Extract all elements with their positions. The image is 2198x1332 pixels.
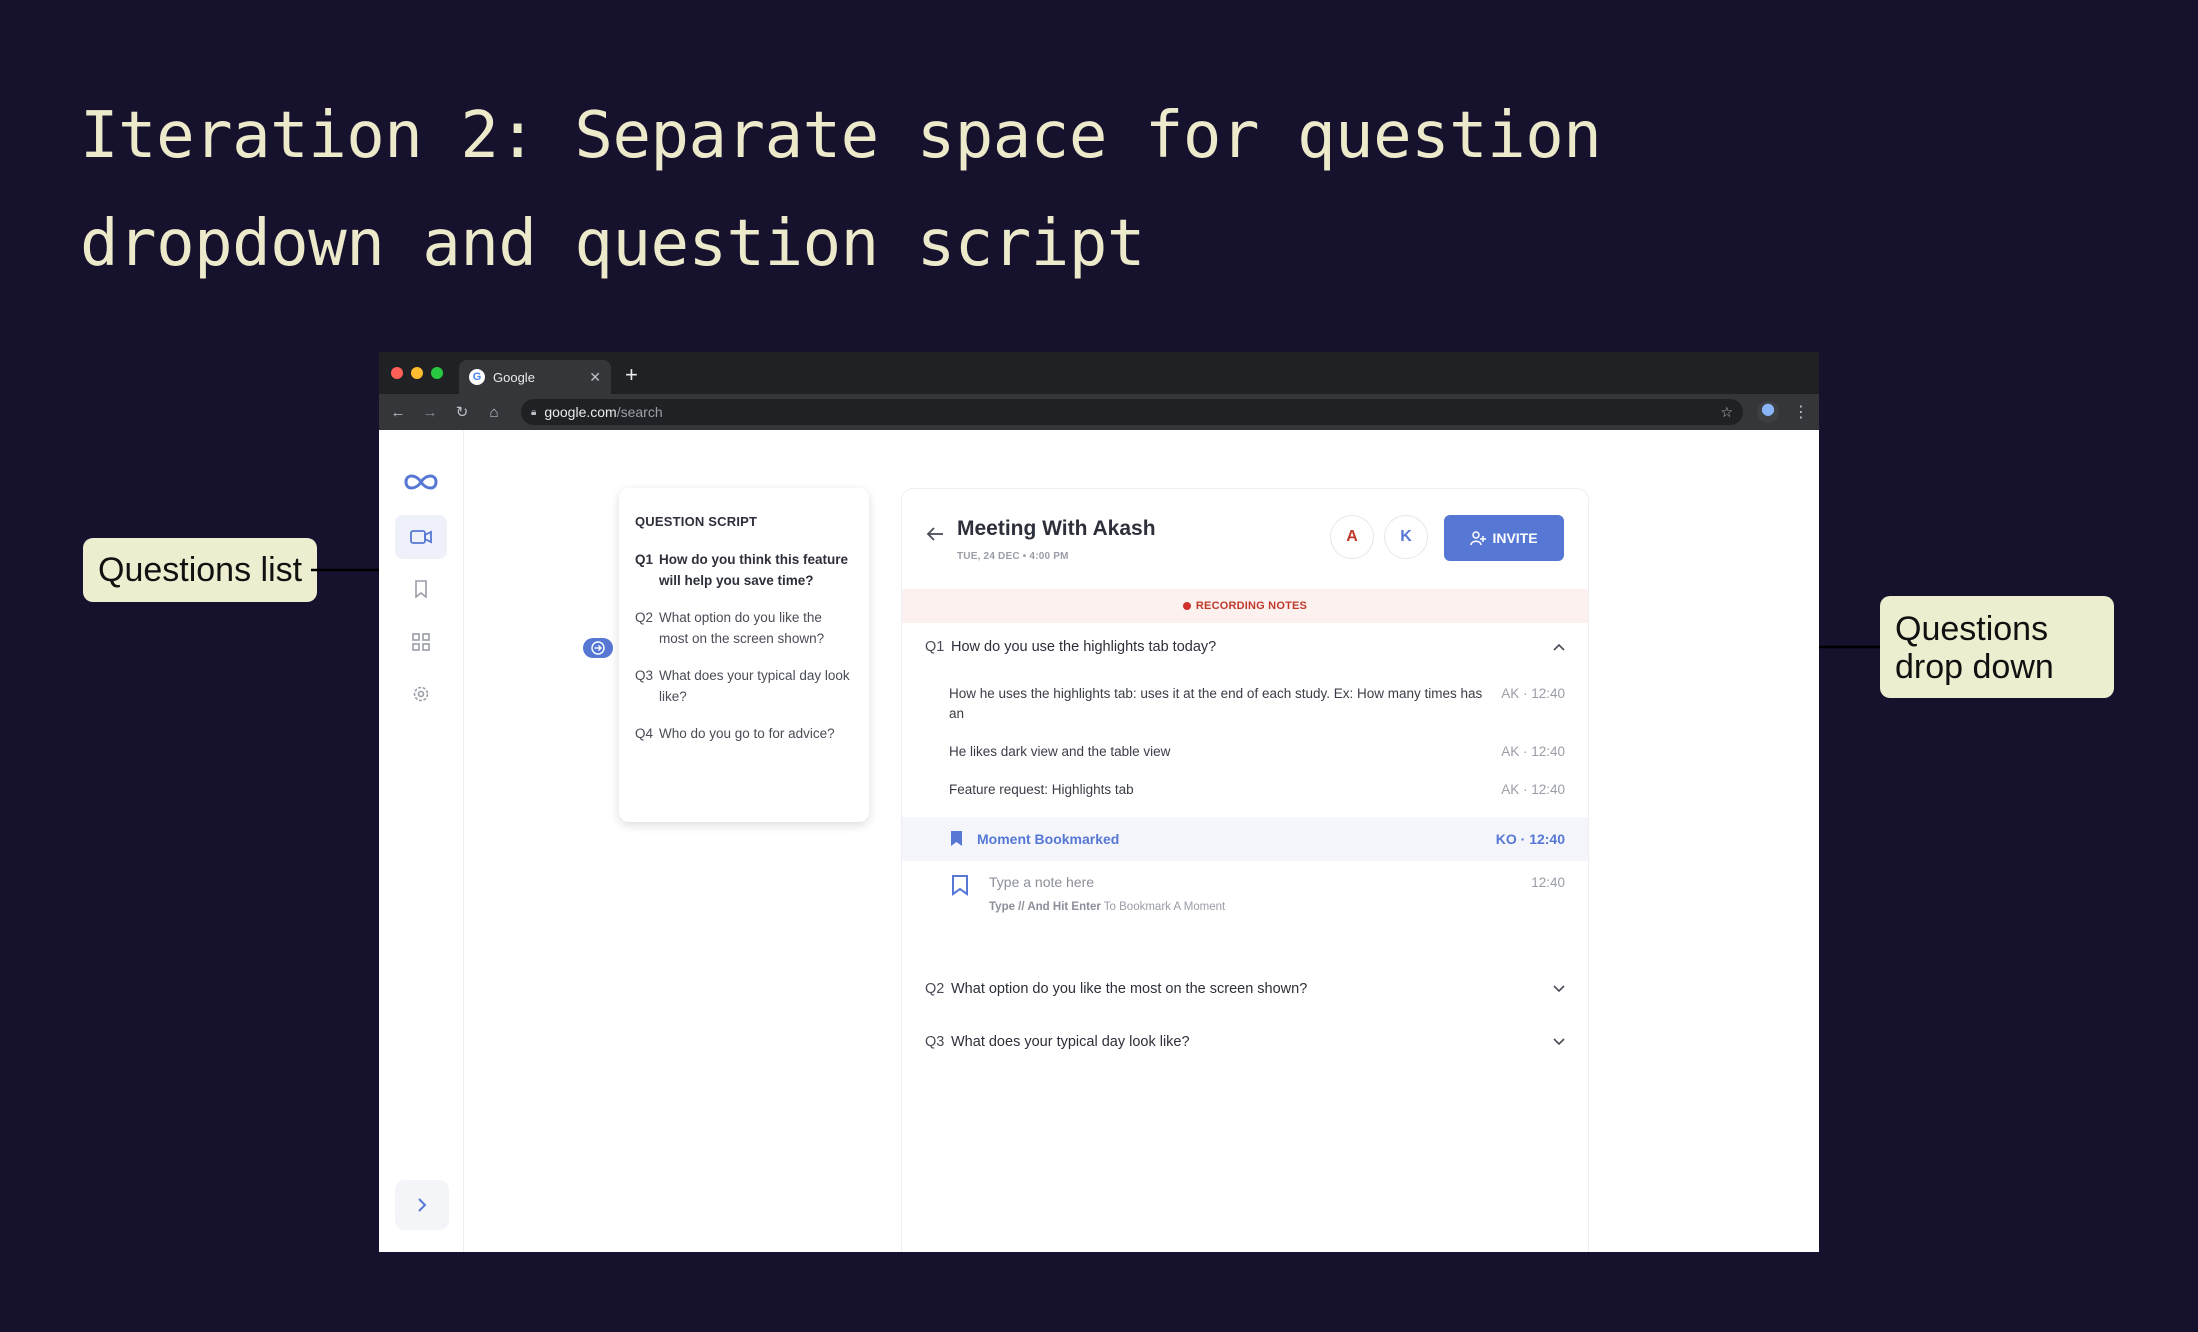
question-number: Q3	[635, 668, 654, 683]
bookmark-label: Moment Bookmarked	[977, 831, 1120, 847]
avatar-k[interactable]: K	[1384, 515, 1428, 559]
bookmark-meta: KO · 12:40	[1495, 831, 1565, 847]
question-number: Q1	[925, 639, 945, 655]
question-text: Who do you go to for advice?	[659, 726, 835, 741]
note-hint: Type // And Hit Enter To Bookmark A Mome…	[989, 901, 1225, 913]
note-hint-rest: To Bookmark A Moment	[1100, 901, 1226, 913]
chevron-right-icon	[418, 1198, 427, 1212]
recording-status-bar: RECORDING NOTES	[902, 589, 1588, 623]
bookmarked-moment-row[interactable]: Moment Bookmarked KO · 12:40	[902, 817, 1588, 861]
browser-tab[interactable]: G Google ✕	[459, 360, 611, 394]
new-tab-button[interactable]: +	[625, 362, 638, 388]
maximize-window-dot[interactable]	[431, 367, 443, 379]
question-dropdown-q3[interactable]: Q3 What does your typical day look like?	[925, 1034, 1565, 1050]
bookmark-outline-icon[interactable]	[951, 874, 969, 896]
expand-sidebar-button[interactable]	[395, 1180, 449, 1230]
close-tab-icon[interactable]: ✕	[589, 369, 601, 386]
reload-icon[interactable]: ↻	[453, 403, 471, 421]
back-arrow-icon[interactable]	[926, 527, 944, 541]
chevron-up-icon[interactable]	[1553, 643, 1565, 651]
note-item: How he uses the highlights tab: uses it …	[949, 684, 1565, 724]
profile-avatar[interactable]	[1757, 401, 1779, 423]
question-script-panel: QUESTION SCRIPT Q1 How do you think this…	[619, 488, 869, 822]
question-text: What does your typical day look like?	[951, 1034, 1190, 1050]
note-meta: AK · 12:40	[1501, 782, 1565, 797]
app-content: QUESTION SCRIPT Q1 How do you think this…	[379, 430, 1819, 1252]
google-favicon-icon: G	[469, 369, 485, 385]
question-script-title: QUESTION SCRIPT	[635, 514, 758, 529]
script-question-3[interactable]: Q3 What does your typical day look like?	[635, 665, 853, 707]
script-question-4[interactable]: Q4 Who do you go to for advice?	[635, 723, 853, 744]
question-dropdown-q2[interactable]: Q2 What option do you like the most on t…	[925, 981, 1565, 997]
recording-dot-icon	[1182, 602, 1191, 610]
arrow-right-icon	[591, 641, 605, 655]
window-controls	[391, 367, 443, 379]
note-item: Feature request: Highlights tab AK · 12:…	[949, 780, 1565, 800]
question-number: Q1	[635, 552, 654, 567]
chevron-down-icon[interactable]	[1553, 985, 1565, 993]
current-question-arrow-button[interactable]	[583, 638, 613, 658]
question-text: How do you use the highlights tab today?	[951, 639, 1217, 655]
meeting-panel: Meeting With Akash TUE, 24 DEC • 4:00 PM…	[901, 488, 1589, 1252]
recording-label: RECORDING NOTES	[1195, 600, 1308, 612]
question-text: What option do you like the most on the …	[951, 981, 1308, 997]
forward-icon[interactable]: →	[421, 404, 439, 421]
browser-tabbar: G Google ✕ +	[379, 352, 1819, 394]
question-number: Q3	[925, 1034, 945, 1050]
question-number: Q2	[925, 981, 945, 997]
question-text: What does your typical day look like?	[659, 668, 850, 704]
question-dropdown-q1[interactable]: Q1 How do you use the highlights tab tod…	[925, 639, 1565, 655]
close-window-dot[interactable]	[391, 367, 403, 379]
star-icon[interactable]: ☆	[1720, 404, 1733, 421]
invite-label: INVITE	[1492, 530, 1538, 546]
home-icon[interactable]: ⌂	[485, 404, 503, 421]
script-question-1[interactable]: Q1 How do you think this feature will he…	[635, 549, 853, 591]
video-camera-icon[interactable]	[395, 515, 447, 559]
question-number: Q4	[635, 726, 654, 741]
minimize-window-dot[interactable]	[411, 367, 423, 379]
note-meta: AK · 12:40	[1501, 686, 1565, 701]
note-item: He likes dark view and the table view AK…	[949, 742, 1565, 762]
note-input-time: 12:40	[1531, 875, 1565, 890]
bookmark-icon[interactable]	[395, 567, 447, 611]
avatar-a[interactable]: A	[1330, 515, 1374, 559]
invite-button[interactable]: INVITE	[1444, 515, 1564, 561]
note-input[interactable]	[989, 874, 1509, 890]
note-text: How he uses the highlights tab: uses it …	[949, 686, 1483, 721]
more-menu-icon[interactable]: ⋮	[1793, 402, 1809, 422]
url-host: google.com	[544, 404, 617, 420]
question-number: Q2	[635, 610, 654, 625]
meeting-date: TUE, 24 DEC • 4:00 PM	[957, 551, 1069, 562]
lock-icon: 🔒︎	[531, 406, 537, 418]
browser-toolbar: ← → ↻ ⌂ 🔒︎ google.com/search ☆ ⋮	[379, 394, 1819, 430]
question-text: How do you think this feature will help …	[659, 552, 849, 588]
bookmark-filled-icon	[951, 831, 962, 846]
meeting-title: Meeting With Akash	[957, 517, 1156, 540]
callout-questions-dropdown: Questions drop down	[1880, 596, 2114, 698]
back-icon[interactable]: ←	[389, 404, 407, 421]
chevron-down-icon[interactable]	[1553, 1038, 1565, 1046]
slide-title: Iteration 2: Separate space for question…	[80, 99, 1602, 281]
url-path: /search	[616, 404, 663, 420]
add-user-icon	[1470, 531, 1487, 546]
question-text: What option do you like the most on the …	[659, 610, 825, 646]
script-question-2[interactable]: Q2 What option do you like the most on t…	[635, 607, 853, 649]
note-meta: AK · 12:40	[1501, 744, 1565, 759]
note-text: He likes dark view and the table view	[949, 744, 1171, 759]
callout-questions-list: Questions list	[83, 538, 318, 602]
note-text: Feature request: Highlights tab	[949, 782, 1134, 797]
gear-icon[interactable]	[395, 672, 447, 716]
sidebar	[379, 430, 464, 1252]
browser-window: G Google ✕ + ← → ↻ ⌂ 🔒︎ google.com/searc…	[379, 352, 1819, 1252]
note-hint-bold: Type // And Hit Enter	[989, 901, 1101, 913]
infinity-logo-icon[interactable]	[395, 460, 447, 504]
tab-title: Google	[493, 369, 535, 385]
grid-icon[interactable]	[395, 620, 447, 664]
address-bar[interactable]: 🔒︎ google.com/search ☆	[521, 399, 1743, 425]
